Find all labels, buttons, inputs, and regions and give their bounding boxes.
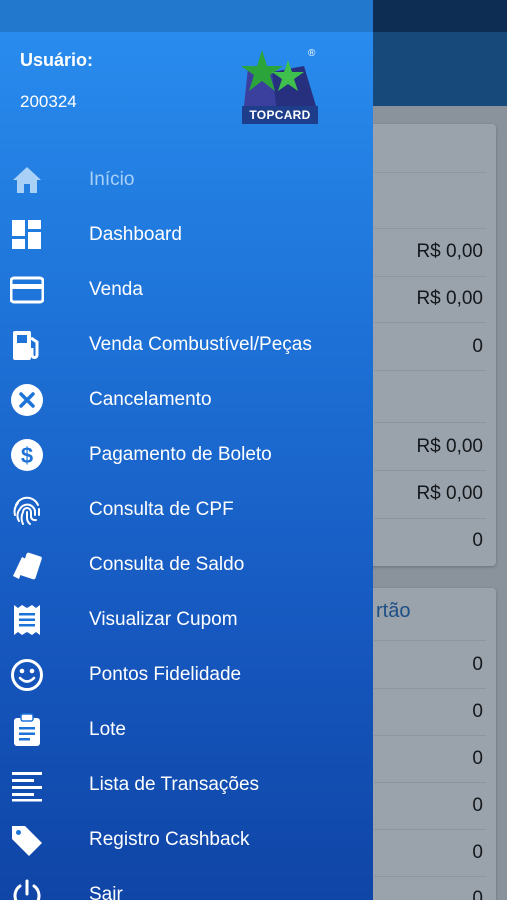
user-id: 200324 bbox=[20, 92, 77, 111]
power-icon bbox=[10, 878, 44, 900]
menu-item-label: Lista de Transações bbox=[89, 773, 260, 795]
divider bbox=[374, 688, 486, 689]
menu-item-label: Consulta de CPF bbox=[89, 498, 234, 520]
menu-item-label: Pontos Fidelidade bbox=[89, 663, 242, 685]
divider bbox=[374, 322, 486, 323]
menu-item-label: Dashboard bbox=[89, 223, 182, 245]
list-icon bbox=[10, 768, 44, 802]
navigation-drawer: Usuário: 200324 ® TOPCARD Início Dashboa… bbox=[0, 0, 373, 900]
menu-item-consulta-saldo[interactable]: Consulta de Saldo bbox=[0, 537, 373, 592]
tag-icon bbox=[10, 823, 44, 857]
fingerprint-icon bbox=[10, 493, 44, 527]
card-value: 0 bbox=[472, 336, 483, 357]
svg-text:®: ® bbox=[308, 48, 316, 59]
drawer-menu: Início Dashboard Venda Venda Combustível… bbox=[0, 152, 373, 900]
menu-item-label: Pagamento de Boleto bbox=[89, 443, 272, 465]
card-value: R$ 0,00 bbox=[416, 436, 483, 457]
menu-item-lote[interactable]: Lote bbox=[0, 702, 373, 757]
card-section-title: rtão bbox=[376, 600, 411, 622]
receipt-icon bbox=[10, 603, 44, 637]
menu-item-lista-transacoes[interactable]: Lista de Transações bbox=[0, 757, 373, 812]
menu-item-label: Sair bbox=[89, 883, 123, 900]
card-value: 0 bbox=[472, 888, 483, 900]
logo-wordmark: TOPCARD bbox=[242, 106, 318, 124]
dollar-icon: $ bbox=[10, 438, 44, 472]
menu-item-registro-cashback[interactable]: Registro Cashback bbox=[0, 812, 373, 867]
menu-item-venda[interactable]: Venda bbox=[0, 262, 373, 317]
divider bbox=[374, 276, 486, 277]
menu-item-label: Lote bbox=[89, 718, 126, 740]
menu-item-label: Início bbox=[89, 168, 135, 190]
card-value: R$ 0,00 bbox=[416, 241, 483, 262]
divider bbox=[374, 172, 486, 173]
divider bbox=[374, 876, 486, 877]
card-value: R$ 0,00 bbox=[416, 483, 483, 504]
cards-icon bbox=[10, 548, 44, 582]
card-value: 0 bbox=[472, 701, 483, 722]
card-value: 0 bbox=[472, 795, 483, 816]
user-label: Usuário: bbox=[20, 50, 94, 70]
dashboard-icon bbox=[10, 218, 44, 252]
drawer-status-bar bbox=[0, 0, 373, 32]
smiley-icon bbox=[10, 658, 44, 692]
divider bbox=[374, 640, 486, 641]
menu-item-pagamento-boleto[interactable]: $ Pagamento de Boleto bbox=[0, 427, 373, 482]
menu-item-consulta-cpf[interactable]: Consulta de CPF bbox=[0, 482, 373, 537]
menu-item-label: Venda bbox=[89, 278, 143, 300]
menu-item-label: Registro Cashback bbox=[89, 828, 250, 850]
menu-item-sair[interactable]: Sair bbox=[0, 867, 373, 900]
home-icon bbox=[10, 163, 44, 197]
fuel-pump-icon bbox=[10, 328, 44, 362]
menu-item-cancelamento[interactable]: Cancelamento bbox=[0, 372, 373, 427]
divider bbox=[374, 518, 486, 519]
divider bbox=[374, 422, 486, 423]
card-value: 0 bbox=[472, 842, 483, 863]
menu-item-label: Venda Combustível/Peças bbox=[89, 333, 312, 355]
menu-item-label: Cancelamento bbox=[89, 388, 212, 410]
divider bbox=[374, 370, 486, 371]
card-value: 0 bbox=[472, 654, 483, 675]
divider bbox=[374, 228, 486, 229]
clipboard-icon bbox=[10, 712, 44, 747]
divider bbox=[374, 829, 486, 830]
menu-item-inicio[interactable]: Início bbox=[0, 152, 373, 207]
menu-item-venda-combustivel[interactable]: Venda Combustível/Peças bbox=[0, 317, 373, 372]
menu-item-visualizar-cupom[interactable]: Visualizar Cupom bbox=[0, 592, 373, 647]
divider bbox=[374, 782, 486, 783]
card-value: 0 bbox=[472, 530, 483, 551]
divider bbox=[374, 470, 486, 471]
menu-item-label: Consulta de Saldo bbox=[89, 553, 245, 575]
svg-text:$: $ bbox=[21, 443, 33, 468]
cancel-icon bbox=[10, 383, 44, 417]
divider bbox=[374, 735, 486, 736]
menu-item-dashboard[interactable]: Dashboard bbox=[0, 207, 373, 262]
card-value: R$ 0,00 bbox=[416, 288, 483, 309]
menu-item-label: Visualizar Cupom bbox=[89, 608, 238, 630]
credit-card-icon bbox=[10, 273, 44, 307]
card-value: 0 bbox=[472, 748, 483, 769]
menu-item-pontos-fidelidade[interactable]: Pontos Fidelidade bbox=[0, 647, 373, 702]
